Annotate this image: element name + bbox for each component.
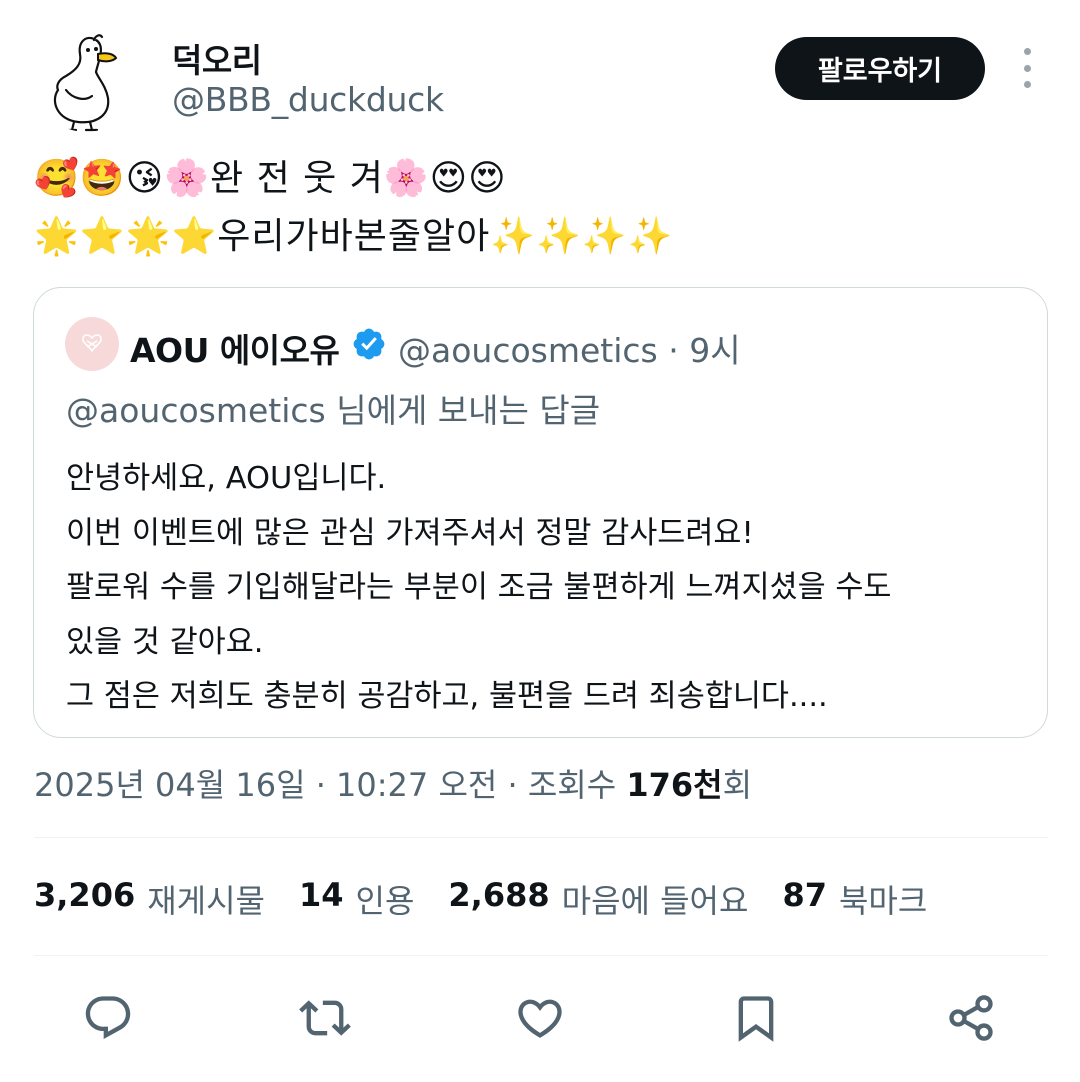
stat-label: 인용 bbox=[355, 882, 415, 920]
views-suffix: 회 bbox=[722, 766, 753, 804]
quotes-stat[interactable]: 14 인용 bbox=[299, 876, 414, 922]
tweet-text: 🥰🤩😘🌸완 전 웃 겨🌸😍😍 🌟⭐🌟⭐우리가바본줄알아✨✨✨✨ bbox=[34, 150, 1044, 266]
tweet-text-line: 🥰🤩😘🌸완 전 웃 겨🌸😍😍 bbox=[34, 158, 507, 199]
bookmarks-stat[interactable]: 87 북마크 bbox=[782, 876, 927, 922]
more-options-icon[interactable] bbox=[1010, 48, 1044, 88]
stat-number: 2,688 bbox=[448, 876, 550, 914]
author-handle[interactable]: @BBB_duckduck bbox=[172, 80, 444, 119]
timestamp[interactable]: 2025년 04월 16일 · 10:27 오전 · 조회수 bbox=[34, 766, 626, 804]
stat-label: 북마크 bbox=[838, 882, 928, 920]
retweet-icon[interactable] bbox=[297, 990, 353, 1046]
divider bbox=[34, 955, 1048, 956]
reply-context[interactable]: @aoucosmetics 님에게 보내는 답글 bbox=[66, 384, 600, 432]
quoted-body-line: 이번 이벤트에 많은 관심 가져주셔서 정말 감사드려요! bbox=[66, 515, 754, 551]
stat-number: 3,206 bbox=[34, 876, 136, 914]
tweet-text-line: 🌟⭐🌟⭐우리가바본줄알아✨✨✨✨ bbox=[34, 216, 674, 257]
divider bbox=[34, 837, 1048, 838]
quoted-display-name[interactable]: AOU 에이오유 bbox=[130, 324, 340, 372]
likes-stat[interactable]: 2,688 마음에 들어요 bbox=[448, 876, 748, 922]
aou-logo-icon bbox=[82, 334, 102, 353]
quoted-tweet-body: 안녕하세요, AOU입니다. 이번 이벤트에 많은 관심 가져주셔서 정말 감사… bbox=[66, 452, 1026, 725]
tweet-meta: 2025년 04월 16일 · 10:27 오전 · 조회수 176천회 bbox=[34, 760, 752, 806]
verified-badge-icon bbox=[353, 328, 385, 360]
stat-label: 재게시물 bbox=[147, 882, 265, 920]
quoted-body-line: 팔로워 수를 기입해달라는 부분이 조금 불편하게 느껴지셨을 수도 bbox=[66, 570, 892, 605]
like-icon[interactable] bbox=[512, 990, 568, 1046]
reply-icon[interactable] bbox=[80, 990, 136, 1046]
quoted-body-line: 있을 것 같아요. bbox=[66, 624, 264, 660]
author-display-name[interactable]: 덕오리 bbox=[172, 34, 262, 82]
stat-label: 마음에 들어요 bbox=[561, 882, 749, 920]
quoted-body-line: 그 점은 저희도 충분히 공감하고, 불편을 드려 죄송합니다.... bbox=[66, 679, 828, 714]
stat-number: 87 bbox=[782, 876, 827, 914]
duck-avatar-icon[interactable] bbox=[36, 32, 136, 132]
quoted-tweet-card[interactable]: AOU 에이오유 @aoucosmetics · 9시 @aoucosmetic… bbox=[33, 287, 1048, 738]
quoted-avatar[interactable] bbox=[65, 317, 119, 371]
quoted-body-line: 안녕하세요, AOU입니다. bbox=[66, 461, 387, 496]
reposts-stat[interactable]: 3,206 재게시물 bbox=[34, 876, 265, 922]
engagement-stats: 3,206 재게시물 14 인용 2,688 마음에 들어요 87 북마크 bbox=[34, 876, 927, 922]
bookmark-icon[interactable] bbox=[728, 990, 784, 1046]
follow-button[interactable]: 팔로우하기 bbox=[775, 37, 985, 100]
share-icon[interactable] bbox=[943, 990, 999, 1046]
quoted-handle-time[interactable]: @aoucosmetics · 9시 bbox=[398, 324, 741, 372]
views-count: 176천 bbox=[626, 766, 723, 804]
stat-number: 14 bbox=[298, 876, 344, 914]
tweet-detail: 덕오리 @BBB_duckduck 팔로우하기 🥰🤩😘🌸완 전 웃 겨🌸😍😍 🌟… bbox=[0, 0, 1080, 1082]
